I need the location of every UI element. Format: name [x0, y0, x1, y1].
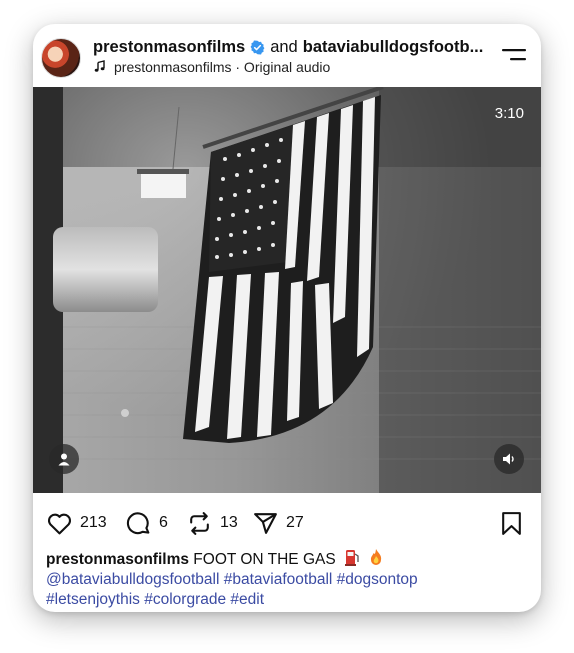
post-card: prestonmasonfilms and bataviabulldogsfoo… — [33, 24, 541, 612]
fuel-pump-emoji — [345, 550, 359, 566]
collaborator-username[interactable]: bataviabulldogsfootb... — [303, 38, 484, 57]
music-note-icon — [94, 60, 105, 72]
tagged-people-button[interactable] — [49, 444, 79, 474]
save-button[interactable] — [498, 506, 525, 540]
heart-icon — [48, 513, 71, 534]
hashtag-link[interactable]: #bataviafootball — [224, 571, 333, 588]
speaker-icon — [503, 453, 514, 465]
video-frame — [33, 87, 541, 493]
comment-bubble-icon — [126, 511, 150, 534]
fire-emoji — [371, 549, 382, 565]
author-username[interactable]: prestonmasonfilms — [93, 38, 245, 57]
action-bar: 213 6 13 27 — [33, 506, 541, 540]
post-header: prestonmasonfilms and bataviabulldogsfoo… — [33, 24, 541, 86]
share-count: 27 — [286, 514, 304, 531]
video-player[interactable]: 3:10 — [33, 87, 541, 493]
mention-link[interactable]: @bataviabulldogsfootball — [46, 571, 219, 588]
mute-button[interactable] — [494, 444, 524, 474]
bookmark-icon — [502, 511, 521, 535]
post-caption: prestonmasonfilms FOOT ON THE GAS @batav… — [46, 548, 516, 610]
hashtag-link[interactable]: #edit — [230, 591, 264, 608]
hashtags-line-2: #letsenjoythis #colorgrade #edit — [46, 590, 516, 610]
author-avatar[interactable] — [41, 38, 81, 78]
like-count: 213 — [80, 514, 107, 531]
repost-icon — [190, 511, 209, 535]
audio-link[interactable]: prestonmasonfilms · Original audio — [93, 57, 330, 77]
caption-first-line: prestonmasonfilms FOOT ON THE GAS — [46, 548, 516, 570]
comment-button[interactable]: 6 — [125, 506, 168, 540]
connector-text: and — [270, 37, 298, 56]
repost-count: 13 — [220, 514, 238, 531]
paper-plane-icon — [254, 512, 277, 534]
hashtag-link[interactable]: #letsenjoythis — [46, 591, 140, 608]
caption-text: FOOT ON THE GAS — [193, 551, 336, 568]
audio-label: prestonmasonfilms · Original audio — [114, 59, 331, 75]
video-duration: 3:10 — [494, 105, 524, 122]
author-line: prestonmasonfilms and bataviabulldogsfoo… — [93, 36, 493, 58]
hashtags-line-1: @bataviabulldogsfootball #bataviafootbal… — [46, 570, 516, 590]
like-button[interactable]: 213 — [46, 506, 107, 540]
comment-count: 6 — [159, 514, 168, 531]
person-icon — [58, 453, 70, 466]
repost-button[interactable]: 13 — [186, 506, 238, 540]
hashtag-link[interactable]: #dogsontop — [337, 571, 418, 588]
hamburger-menu-icon[interactable] — [501, 44, 527, 66]
caption-username[interactable]: prestonmasonfilms — [46, 551, 189, 568]
verified-badge-icon — [250, 39, 265, 55]
share-button[interactable]: 27 — [252, 506, 304, 540]
hashtag-link[interactable]: #colorgrade — [144, 591, 226, 608]
